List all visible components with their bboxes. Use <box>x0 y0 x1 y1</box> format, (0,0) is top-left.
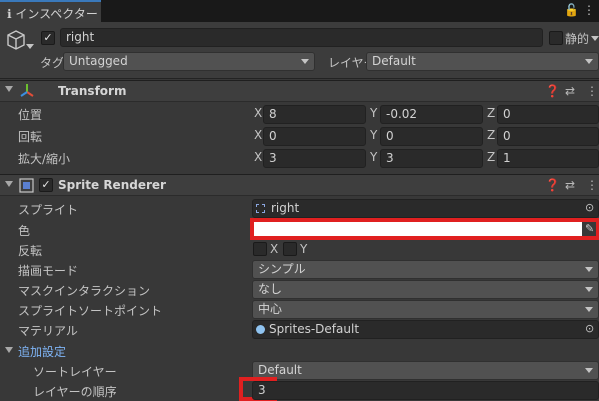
order-in-layer-input[interactable]: 3 <box>252 381 599 400</box>
position-x-input[interactable]: 8 <box>263 105 366 124</box>
static-label: 静的 <box>565 32 590 46</box>
sprite-renderer-enabled-checkbox[interactable]: ✓ <box>39 178 53 192</box>
active-checkbox[interactable]: ✓ <box>41 31 55 45</box>
icon-dropdown-arrow[interactable] <box>26 44 34 49</box>
scale-z-input[interactable]: 1 <box>497 149 599 168</box>
position-z-input[interactable]: 0 <box>497 105 599 124</box>
color-label: 色 <box>18 224 31 238</box>
chevron-down-icon <box>585 59 593 64</box>
axis-z-label[interactable]: Z <box>487 128 495 142</box>
material-label: マテリアル <box>18 324 78 338</box>
chevron-down-icon <box>301 59 309 64</box>
draw-mode-label: 描画モード <box>18 264 79 278</box>
sprite-value: right <box>271 201 300 215</box>
preset-icon[interactable]: ⇄ <box>565 178 575 192</box>
tab-tools: 🔓 ⋮ <box>564 3 595 17</box>
tab-bar: ℹ インスペクター 🔓 ⋮ <box>0 0 599 22</box>
color-swatch[interactable] <box>254 222 582 236</box>
order-in-layer-label: レイヤーの順序 <box>33 385 117 399</box>
axis-y-label[interactable]: Y <box>370 150 377 164</box>
scale-label: 拡大/縮小 <box>18 152 71 166</box>
sprite-renderer-title: Sprite Renderer <box>58 178 166 192</box>
sorting-layer-value: Default <box>258 363 302 377</box>
position-y-input[interactable]: -0.02 <box>380 105 483 124</box>
flip-y-checkbox[interactable] <box>283 242 297 256</box>
info-icon: ℹ <box>7 7 12 21</box>
context-menu-icon[interactable]: ⋮ <box>586 84 598 98</box>
axis-y-label[interactable]: Y <box>370 128 377 142</box>
foldout-arrow-icon[interactable] <box>5 181 13 187</box>
layer-dropdown[interactable]: Default <box>366 52 599 71</box>
sprite-renderer-icon <box>19 178 34 193</box>
transform-title: Transform <box>58 84 127 98</box>
rotation-label: 回転 <box>18 130 43 144</box>
draw-mode-dropdown[interactable]: シンプル <box>252 260 599 279</box>
gameobject-cube-icon <box>7 30 25 50</box>
material-object-field[interactable]: Sprites-Default <box>252 320 599 339</box>
sorting-layer-label: ソートレイヤー <box>33 365 117 379</box>
eyedropper-icon[interactable]: ✎ <box>585 222 594 235</box>
foldout-arrow-icon[interactable] <box>5 86 13 92</box>
mask-interaction-label: マスクインタラクション <box>18 284 151 298</box>
mask-interaction-value: なし <box>258 282 283 296</box>
sorting-layer-dropdown[interactable]: Default <box>252 361 599 380</box>
chevron-down-icon <box>585 307 593 312</box>
layer-value: Default <box>372 54 416 68</box>
material-value: Sprites-Default <box>269 322 360 336</box>
transform-body: 位置 X 8 Y -0.02 Z 0 回転 X 0 Y 0 Z 0 拡大/縮小 … <box>0 104 599 172</box>
flip-label: 反転 <box>18 244 43 258</box>
tab-inspector-label: ℹ インスペクター <box>7 7 98 21</box>
chevron-down-icon <box>585 368 593 373</box>
object-name-input[interactable]: right <box>60 28 543 47</box>
context-menu-icon[interactable]: ⋮ <box>586 178 598 192</box>
axis-x-label[interactable]: X <box>254 128 262 142</box>
rotation-z-input[interactable]: 0 <box>497 127 599 146</box>
tag-label: タグ <box>40 56 65 70</box>
object-picker-icon[interactable]: ⊙ <box>585 201 594 214</box>
sprite-label: スプライト <box>18 203 79 217</box>
transform-header[interactable]: Transform ❓ ⇄ ⋮ <box>0 80 599 102</box>
more-menu-icon[interactable]: ⋮ <box>583 3 595 17</box>
sort-point-dropdown[interactable]: 中心 <box>252 300 599 319</box>
position-label: 位置 <box>18 108 43 122</box>
axis-z-label[interactable]: Z <box>487 106 495 120</box>
mask-interaction-dropdown[interactable]: なし <box>252 280 599 299</box>
help-icon[interactable]: ❓ <box>545 84 560 98</box>
transform-icon <box>20 84 34 97</box>
tab-inspector[interactable]: ℹ インスペクター <box>0 0 101 22</box>
axis-x-label[interactable]: X <box>254 106 262 120</box>
help-icon[interactable]: ❓ <box>545 178 560 192</box>
axis-z-label[interactable]: Z <box>487 150 495 164</box>
axis-x-label[interactable]: X <box>254 150 262 164</box>
chevron-down-icon <box>585 267 593 272</box>
sprite-renderer-body: スプライト right ⊙ 色 ✎ 反転 X Y 描画モード シンプル マスクイ… <box>0 197 599 401</box>
preset-icon[interactable]: ⇄ <box>565 84 575 98</box>
static-checkbox[interactable] <box>549 31 563 45</box>
additional-settings-foldout[interactable]: 追加設定 <box>18 343 66 360</box>
chevron-down-icon <box>585 287 593 292</box>
flip-x-label: X <box>270 242 279 256</box>
scale-x-input[interactable]: 3 <box>263 149 366 168</box>
tag-value: Untagged <box>69 54 128 68</box>
foldout-arrow-icon[interactable] <box>5 347 13 353</box>
axis-y-label[interactable]: Y <box>370 106 377 120</box>
object-picker-icon[interactable]: ⊙ <box>585 322 594 335</box>
draw-mode-value: シンプル <box>258 262 306 276</box>
sort-point-label: スプライトソートポイント <box>18 304 163 318</box>
scale-y-input[interactable]: 3 <box>380 149 483 168</box>
flip-x-checkbox[interactable] <box>253 242 267 256</box>
object-header: ✓ right 静的 タグ Untagged レイヤー Default <box>0 22 599 79</box>
material-asset-icon <box>256 325 265 334</box>
rotation-y-input[interactable]: 0 <box>380 127 483 146</box>
static-dropdown-arrow[interactable] <box>591 36 599 41</box>
sprite-renderer-header[interactable]: ✓ Sprite Renderer ❓ ⇄ ⋮ <box>0 174 599 196</box>
tag-dropdown[interactable]: Untagged <box>63 52 315 71</box>
lock-icon[interactable]: 🔓 <box>564 3 579 17</box>
sprite-asset-icon <box>256 204 265 213</box>
sprite-object-field[interactable]: right <box>252 199 599 218</box>
rotation-x-input[interactable]: 0 <box>263 127 366 146</box>
flip-y-label: Y <box>300 242 308 256</box>
sort-point-value: 中心 <box>258 302 283 316</box>
